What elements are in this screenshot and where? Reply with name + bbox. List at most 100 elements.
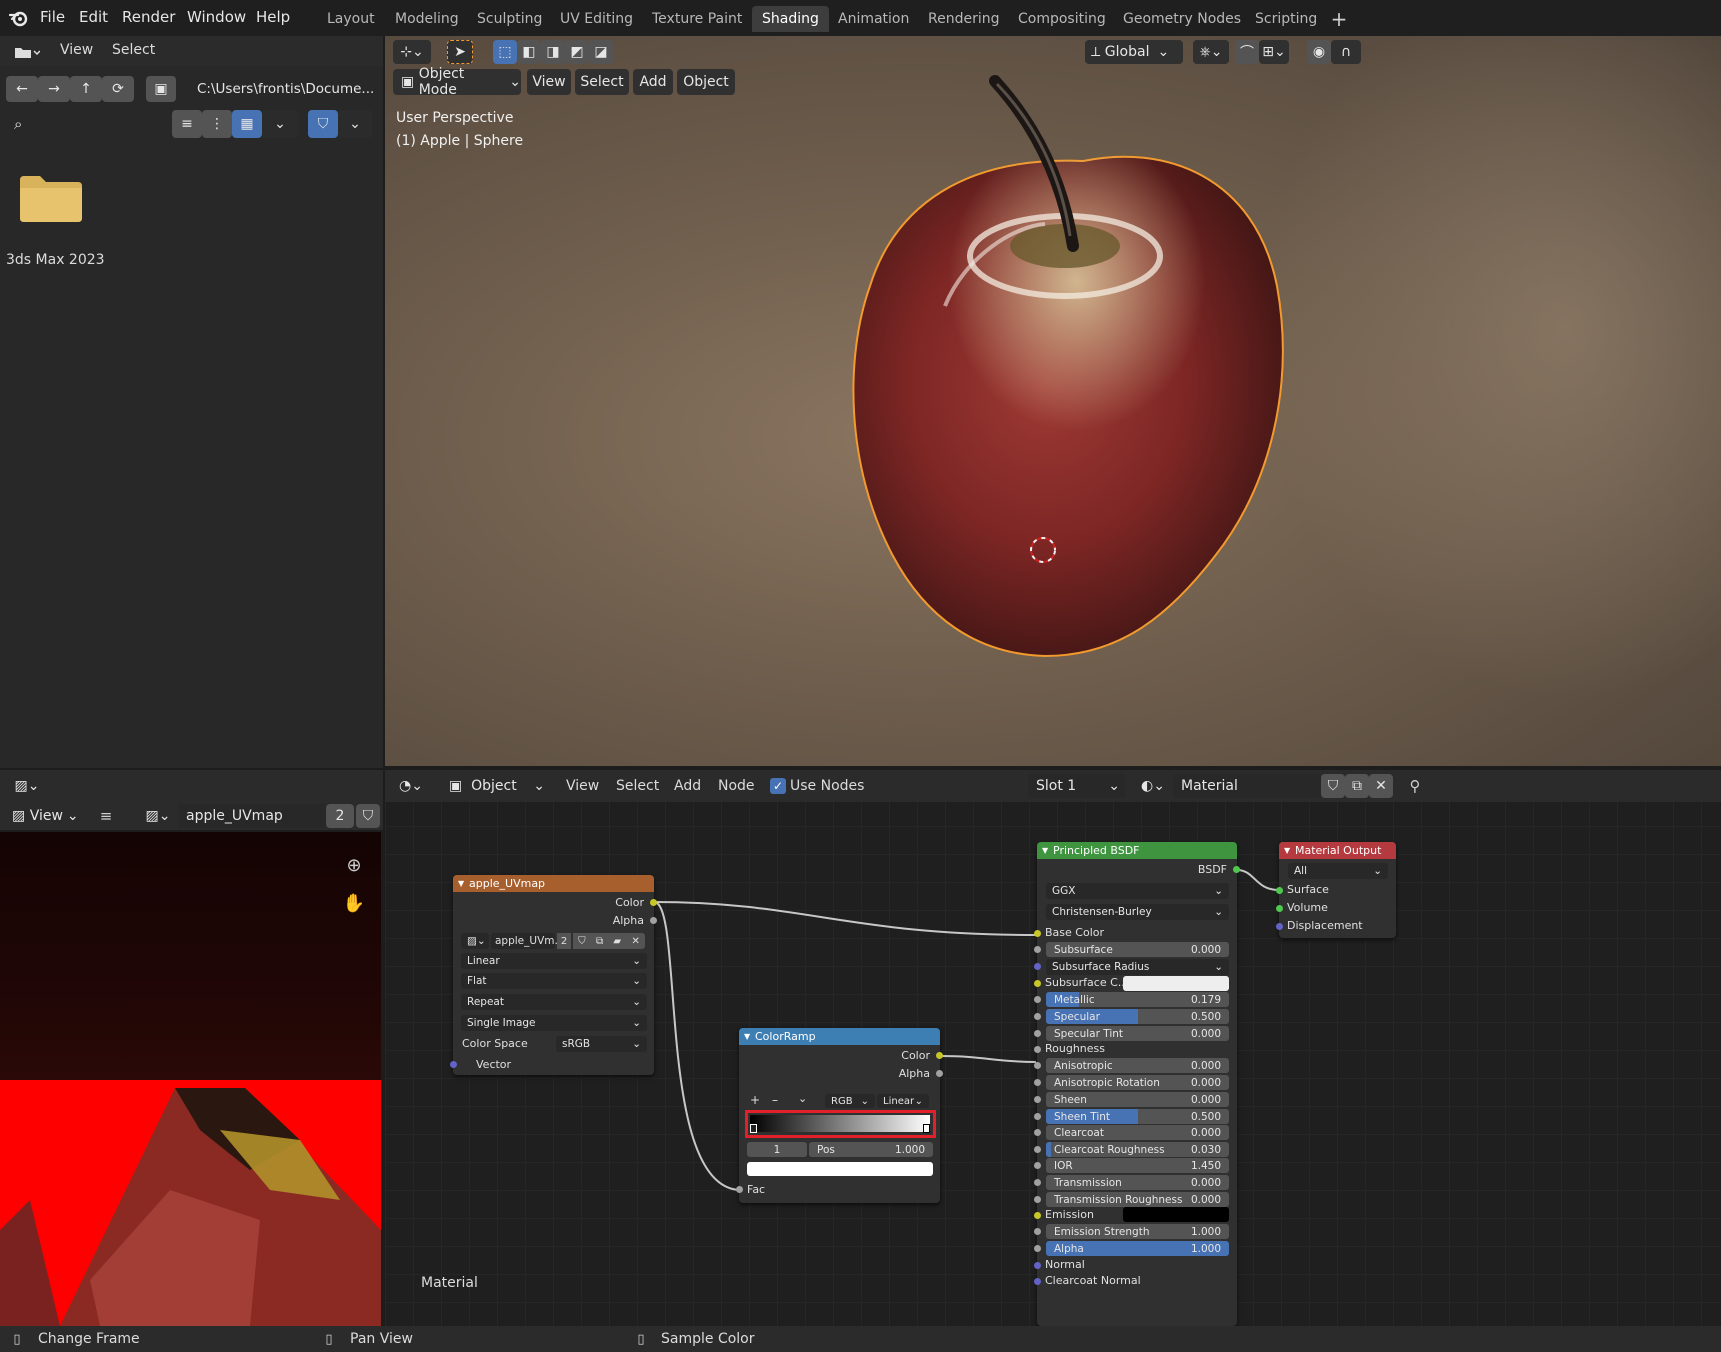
ramp-stop-white[interactable]	[923, 1124, 930, 1133]
zoom-icon[interactable]: ⊕	[339, 850, 369, 880]
blender-logo-icon[interactable]	[6, 6, 30, 30]
subsurface-radius-dropdown[interactable]: Subsurface Radius ⌄	[1046, 959, 1229, 975]
apple-object[interactable]	[815, 56, 1355, 706]
transform-orientation-dropdown[interactable]: ⟂ Global ⌄	[1085, 40, 1183, 64]
socket-bsdf-specular-tint[interactable]	[1034, 1030, 1041, 1037]
socket-bsdf-subsurface-color[interactable]	[1034, 980, 1041, 987]
socket-bsdf-sheen-tint[interactable]	[1034, 1113, 1041, 1120]
add-stop-button[interactable]: +	[750, 1093, 760, 1107]
close-icon[interactable]: ✕	[631, 936, 639, 947]
socket-bsdf-anisotropic[interactable]	[1034, 1062, 1041, 1069]
bsdf-field-anisotropic-rotation[interactable]: Anisotropic Rotation 0.000	[1046, 1075, 1229, 1090]
socket-output-surface[interactable]	[1276, 887, 1283, 894]
pivot-point-icon[interactable]: ⎈⌄	[1193, 40, 1229, 64]
bsdf-field-clearcoat[interactable]: Clearcoat 0.000	[1046, 1125, 1229, 1140]
tab-compositing[interactable]: Compositing	[1008, 6, 1116, 32]
socket-bsdf-sheen[interactable]	[1034, 1096, 1041, 1103]
filter-icon[interactable]: ⛉	[308, 110, 338, 138]
colorramp-node[interactable]: ▼ ColorRamp Color Alpha + – ⌄ RGB ⌄ Linea…	[739, 1028, 940, 1203]
tab-uv-editing[interactable]: UV Editing	[550, 6, 643, 32]
socket-bsdf-anisotropic-rotation[interactable]	[1034, 1079, 1041, 1086]
tab-modeling[interactable]: Modeling	[385, 6, 469, 32]
socket-bsdf-normal[interactable]	[1034, 1262, 1041, 1269]
editor-type-file-browser-icon[interactable]	[8, 40, 46, 64]
bsdf-field-alpha[interactable]: Alpha 1.000	[1046, 1241, 1229, 1256]
bsdf-field-specular[interactable]: Specular 0.500	[1046, 1009, 1229, 1024]
select-new-icon[interactable]: ⬚	[493, 40, 517, 64]
extension-dropdown[interactable]: Repeat ⌄	[461, 994, 647, 1010]
falloff-icon[interactable]: ∩	[1331, 40, 1361, 64]
socket-output-volume[interactable]	[1276, 905, 1283, 912]
menu-help[interactable]: Help	[256, 8, 290, 26]
viewport-menu-select[interactable]: Select	[575, 69, 629, 95]
tab-scripting[interactable]: Scripting	[1245, 6, 1327, 32]
socket-bsdf-transmission-roughness[interactable]	[1034, 1196, 1041, 1203]
remove-stop-button[interactable]: –	[772, 1093, 778, 1107]
select-subtract-icon[interactable]: ◨	[541, 40, 565, 64]
back-arrow-icon[interactable]: ←	[6, 76, 38, 102]
image-browse-icon[interactable]: ▨⌄	[461, 933, 489, 949]
socket-image-color-out[interactable]	[650, 899, 657, 906]
bsdf-field-transmission[interactable]: Transmission 0.000	[1046, 1175, 1229, 1190]
ramp-interpolation-dropdown[interactable]: Linear ⌄	[877, 1094, 929, 1108]
socket-bsdf-out[interactable]	[1233, 866, 1240, 873]
socket-bsdf-transmission[interactable]	[1034, 1179, 1041, 1186]
socket-bsdf-clearcoat[interactable]	[1034, 1129, 1041, 1136]
select-invert-icon[interactable]: ◩	[565, 40, 589, 64]
bsdf-field-emission-strength[interactable]: Emission Strength 1.000	[1046, 1224, 1229, 1239]
socket-image-vector-in[interactable]	[450, 1061, 457, 1068]
socket-bsdf-emission-strength[interactable]	[1034, 1228, 1041, 1235]
object-mode-dropdown[interactable]: ▣ Object Mode ⌄	[393, 66, 521, 98]
image-users-count[interactable]: 2	[326, 804, 354, 828]
principled-bsdf-node[interactable]: ▼ Principled BSDF BSDF GGX ⌄ Christensen-…	[1037, 842, 1237, 1326]
viewport-menu-view[interactable]: View	[527, 69, 571, 95]
folder-label[interactable]: 3ds Max 2023	[6, 252, 105, 268]
bsdf-field-sheen-tint[interactable]: Sheen Tint 0.500	[1046, 1109, 1229, 1124]
output-target-dropdown[interactable]: All ⌄	[1288, 863, 1388, 879]
ramp-stop-black[interactable]	[750, 1124, 757, 1133]
image-browse-icon[interactable]: ▨⌄	[140, 804, 176, 828]
menu-render[interactable]: Render	[122, 8, 175, 26]
tab-animation[interactable]: Animation	[828, 6, 919, 32]
image-node-image-field[interactable]: apple_UVm...	[491, 933, 565, 949]
interpolation-dropdown[interactable]: Linear ⌄	[461, 953, 647, 969]
vertical-list-icon[interactable]: ≡	[172, 110, 202, 138]
menu-edit[interactable]: Edit	[79, 8, 108, 26]
add-workspace-icon[interactable]: +	[1328, 7, 1350, 31]
emission-color-swatch[interactable]	[1123, 1207, 1229, 1222]
folder-icon[interactable]	[20, 174, 82, 222]
image-node-header[interactable]: ▼ apple_UVmap	[453, 875, 654, 892]
socket-bsdf-alpha[interactable]	[1034, 1245, 1041, 1252]
bsdf-field-transmission-roughness[interactable]: Transmission Roughness 0.000	[1046, 1192, 1229, 1207]
bsdf-field-subsurface[interactable]: Subsurface 0.000	[1046, 942, 1229, 957]
socket-bsdf-ior[interactable]	[1034, 1162, 1041, 1169]
thumbnails-icon[interactable]: ▦	[232, 110, 262, 138]
socket-bsdf-metallic[interactable]	[1034, 996, 1041, 1003]
bsdf-field-ior[interactable]: IOR 1.450	[1046, 1158, 1229, 1173]
refresh-icon[interactable]: ⟳	[102, 76, 134, 102]
viewport-menu-object[interactable]: Object	[677, 69, 735, 95]
socket-bsdf-emission[interactable]	[1034, 1212, 1041, 1219]
bsdf-field-specular-tint[interactable]: Specular Tint 0.000	[1046, 1026, 1229, 1041]
tab-sculpting[interactable]: Sculpting	[467, 6, 552, 32]
hamburger-menu-icon[interactable]: ≡	[96, 806, 116, 826]
socket-bsdf-specular[interactable]	[1034, 1013, 1041, 1020]
bsdf-field-metallic[interactable]: Metallic 0.179	[1046, 992, 1229, 1007]
socket-bsdf-subsurface[interactable]	[1034, 946, 1041, 953]
shield-icon[interactable]: ⛉	[578, 936, 586, 947]
collapse-arrow-icon[interactable]: ▼	[1284, 846, 1290, 855]
display-settings-dropdown[interactable]: ⌄	[262, 110, 298, 138]
bsdf-field-clearcoat-roughness[interactable]: Clearcoat Roughness 0.030	[1046, 1142, 1229, 1157]
source-dropdown[interactable]: Single Image ⌄	[461, 1015, 647, 1031]
viewport-menu-add[interactable]: Add	[633, 69, 673, 95]
snap-toggle-icon[interactable]: ⌒	[1235, 40, 1259, 64]
color-mode-dropdown[interactable]: RGB ⌄	[825, 1094, 875, 1108]
socket-bsdf-base-color[interactable]	[1034, 930, 1041, 937]
socket-ramp-fac-in[interactable]	[736, 1186, 743, 1193]
menu-file[interactable]: File	[40, 8, 65, 26]
socket-output-displacement[interactable]	[1276, 923, 1283, 930]
collapse-arrow-icon[interactable]: ▼	[744, 1032, 750, 1041]
3d-viewport[interactable]: ⊹⌄ ➤ ⬚ ◧ ◨ ◩ ◪ ⟂ Global ⌄ ⎈⌄ ⌒ ⊞⌄ ◉ ∩ ▣ O…	[385, 36, 1721, 766]
editor-type-3d-viewport-icon[interactable]: ⊹⌄	[393, 40, 431, 64]
filter-dropdown[interactable]: ⌄	[338, 110, 372, 138]
